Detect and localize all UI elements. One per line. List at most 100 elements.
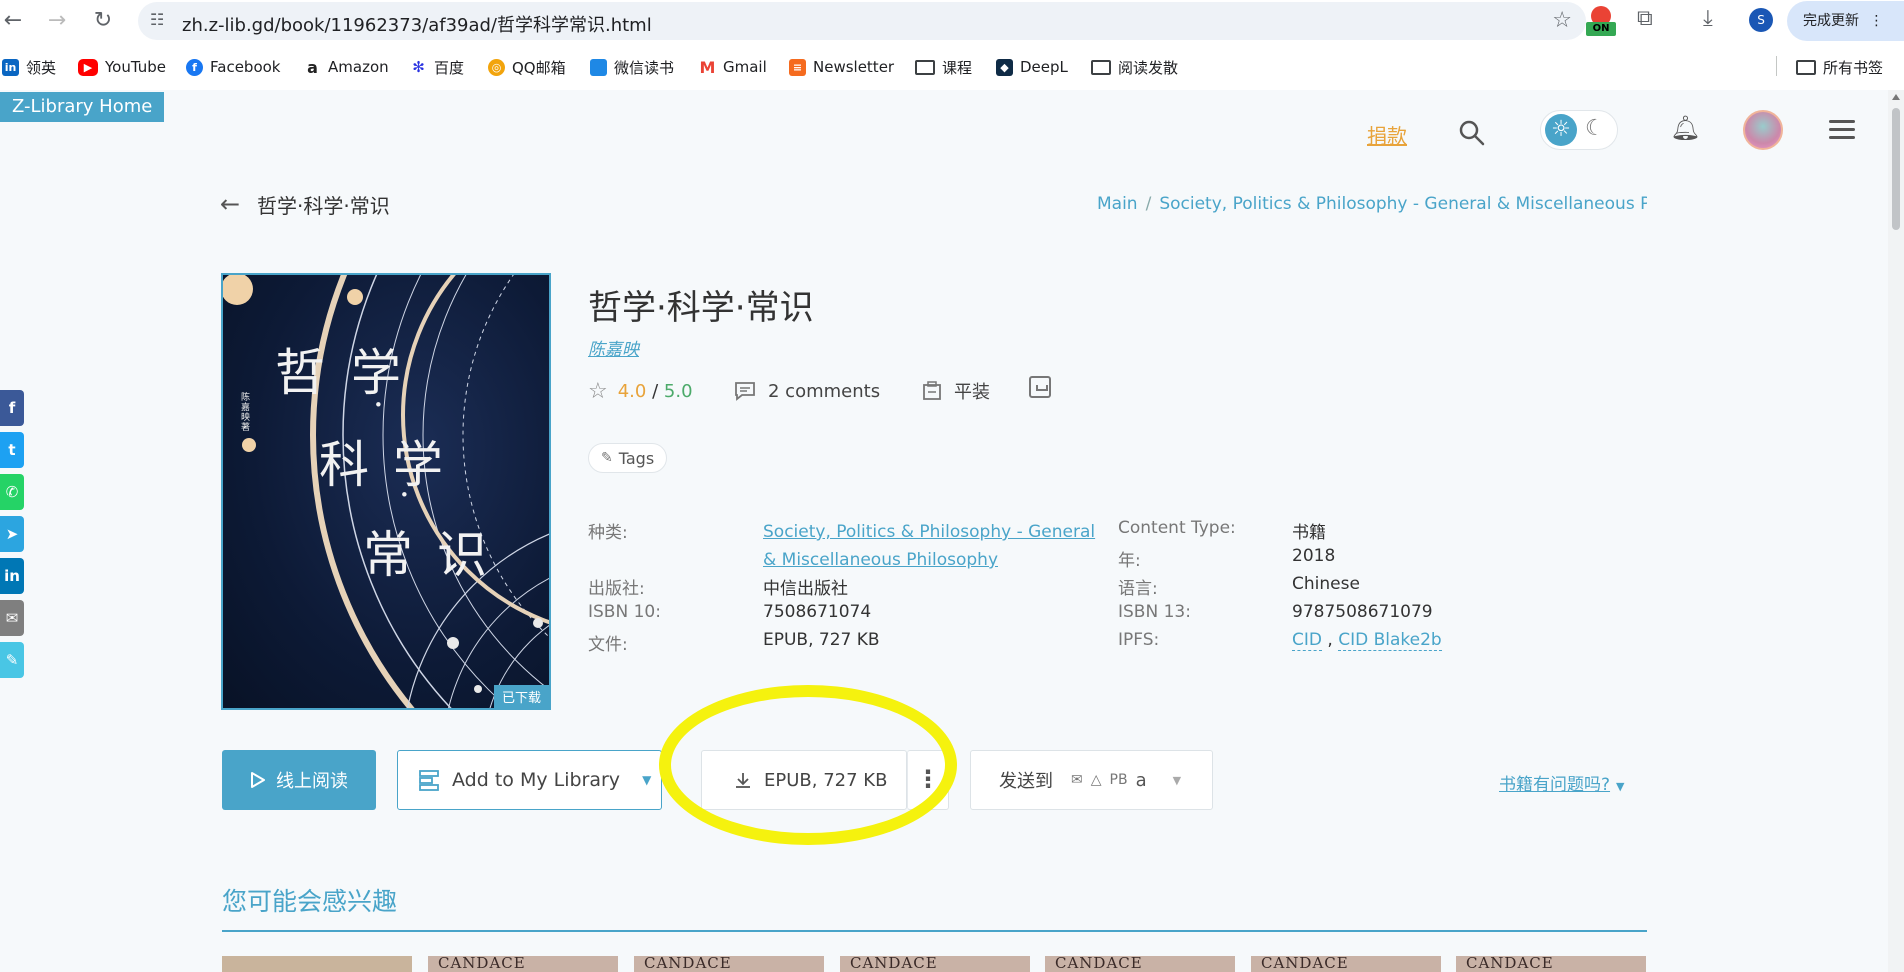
bookmark-folder-reading[interactable]: 阅读发散 (1091, 56, 1178, 78)
comments-link[interactable]: 2 comments (734, 376, 880, 406)
bookmark-facebook[interactable]: f Facebook (186, 56, 280, 78)
cover-title-char: 哲 (275, 344, 325, 402)
isbn10-label: ISBN 10: (588, 602, 661, 622)
extension-on-icon[interactable]: ON (1586, 6, 1616, 36)
cover-title-char: · (399, 475, 410, 515)
recommendation-thumbnail[interactable]: CANDACE WONDRAK (1045, 956, 1235, 972)
donate-link[interactable]: 捐款 (1367, 120, 1407, 149)
book-author-link[interactable]: 陈嘉映 (588, 335, 639, 360)
bookmark-label: 领英 (26, 58, 57, 77)
send-to-button[interactable]: 发送到 ✉ △ PB a ▼ (970, 750, 1213, 810)
copy-link-share-icon[interactable]: ✎ (0, 642, 24, 678)
recommendation-thumbnail[interactable]: CANDACE WONDRAK (428, 956, 618, 972)
bookmark-youtube[interactable]: ▶ YouTube (78, 56, 166, 78)
download-options-button[interactable]: ⋮ (907, 750, 949, 810)
amazon-kindle-icon: a (1135, 769, 1147, 791)
bookmark-baidu[interactable]: ✻ 百度 (410, 56, 464, 78)
bookmark-linkedin[interactable]: in 领英 (2, 56, 56, 78)
report-label: 书籍有问题吗? (1499, 775, 1611, 795)
url-text[interactable]: zh.z-lib.gd/book/11962373/af39ad/哲学科学常识.… (182, 11, 652, 37)
bookmark-folder-courses[interactable]: 课程 (915, 56, 972, 78)
bookmark-weread[interactable]: 微信读书 (590, 56, 674, 78)
read-online-button[interactable]: 线上阅读 (222, 750, 376, 810)
z-library-home-link[interactable]: Z-Library Home (0, 92, 165, 122)
category-value[interactable]: Society, Politics & Philosophy - General… (763, 518, 1123, 574)
bookmark-label: YouTube (105, 58, 166, 76)
content-type-label: Content Type: (1118, 518, 1236, 538)
thumbnail-text: CANDACE WONDRAK (1055, 956, 1143, 972)
thumbnail-text: CANDACE WONDRAK (1261, 956, 1349, 972)
scrollbar-thumb[interactable] (1892, 108, 1900, 230)
bookmark-deepl[interactable]: ◆ DeepL (996, 56, 1068, 78)
comments-count: 2 comments (768, 380, 881, 402)
report-issue-link[interactable]: 书籍有问题吗? ▼ (1499, 770, 1625, 795)
site-settings-icon[interactable]: ☷ (150, 10, 164, 29)
download-epub-button[interactable]: EPUB, 727 KB (701, 750, 907, 810)
notifications-bell-icon[interactable]: 🔔︎ (1670, 114, 1700, 142)
recommendation-thumbnail[interactable]: CANDACE WONDRAK (634, 956, 824, 972)
bookmark-label: Facebook (210, 58, 281, 76)
all-bookmarks-folder[interactable]: 所有书签 (1796, 56, 1883, 78)
facebook-share-icon[interactable]: f (0, 390, 24, 426)
user-avatar[interactable] (1743, 110, 1783, 150)
update-label: 完成更新 (1803, 13, 1859, 29)
bookmark-amazon[interactable]: a Amazon (304, 56, 389, 78)
tags-label: Tags (618, 448, 655, 468)
telegram-share-icon[interactable]: ➤ (0, 516, 24, 552)
rating-value: 4.0 (617, 380, 647, 402)
all-bookmarks-label: 所有书签 (1823, 58, 1884, 77)
bookmark-gmail[interactable]: M Gmail (699, 56, 767, 78)
bookmark-label: DeepL (1020, 58, 1068, 76)
cover-author-vertical: 陈嘉映著 (241, 393, 251, 433)
linkedin-share-icon[interactable]: in (0, 558, 24, 594)
ipfs-value: CID , CID Blake2b (1292, 630, 1442, 651)
update-button[interactable]: 完成更新 ⋮ (1787, 1, 1904, 41)
category-link-line1[interactable]: Society, Politics & Philosophy - General (763, 522, 1095, 542)
rating[interactable]: ☆ 4.0 / 5.0 (588, 376, 693, 406)
email-share-icon[interactable]: ✉ (0, 600, 24, 636)
ipfs-blake2b-link[interactable]: CID Blake2b (1338, 630, 1442, 651)
bookmark-qqmail[interactable]: ◎ QQ邮箱 (488, 56, 566, 78)
category-link-line2[interactable]: & Miscellaneous Philosophy (763, 550, 998, 570)
breadcrumb-category[interactable]: Society, Politics & Philosophy - General… (1159, 194, 1647, 214)
sun-icon[interactable]: ☼ (1545, 114, 1577, 146)
theme-toggle[interactable]: ☼ ☾ (1540, 110, 1618, 150)
bookmark-newsletter[interactable]: ≡ Newsletter (789, 56, 894, 78)
page-scrollbar[interactable] (1888, 90, 1904, 972)
back-arrow-icon[interactable]: ← (220, 190, 240, 218)
profile-avatar[interactable]: S (1749, 8, 1773, 32)
thumbnail-text: CANDACE WONDRAK (1466, 956, 1554, 972)
search-icon[interactable] (1457, 118, 1487, 148)
whatsapp-share-icon[interactable]: ✆ (0, 474, 24, 510)
book-cover[interactable]: 哲 学 · 科 学 · 常 识 陈嘉映著 已下载 (221, 273, 551, 710)
breadcrumb-main[interactable]: Main (1097, 194, 1138, 214)
archive-icon[interactable] (1029, 376, 1051, 398)
twitter-share-icon[interactable]: t (0, 432, 24, 468)
language-value: Chinese (1292, 574, 1360, 594)
bookmark-label: 微信读书 (614, 58, 675, 77)
recommendation-thumbnail[interactable]: CANDACE WONDRAK (1251, 956, 1441, 972)
recommendation-thumbnail[interactable]: CANDACE WONDRAK (840, 956, 1030, 972)
downloads-icon[interactable]: ⤓ (1703, 6, 1713, 31)
bookmark-label: Amazon (328, 58, 389, 76)
bookmark-label: 课程 (942, 58, 973, 77)
isbn10-value: 7508671074 (763, 602, 872, 622)
thumbnail-text: CANDACE WONDRAK (438, 956, 526, 972)
reload-icon[interactable]: ↻ (90, 8, 116, 34)
add-to-library-label: Add to My Library (452, 769, 621, 791)
recommendation-thumbnail[interactable]: CANDACE WONDRAK (1456, 956, 1646, 972)
tags-button[interactable]: ✎ Tags (588, 443, 668, 473)
hamburger-menu-icon[interactable] (1829, 120, 1855, 140)
scroll-up-arrow-icon[interactable] (1892, 94, 1900, 100)
add-to-library-button[interactable]: Add to My Library ▼ (397, 750, 662, 810)
moon-icon[interactable]: ☾ (1585, 116, 1605, 141)
back-nav-icon[interactable]: ← (0, 8, 26, 34)
ipfs-cid-link[interactable]: CID (1292, 630, 1322, 651)
bookmark-star-icon[interactable]: ☆ (1552, 8, 1572, 33)
binding-icon (923, 381, 941, 400)
recommendation-thumbnail[interactable] (222, 956, 412, 972)
extensions-puzzle-icon[interactable]: ⧉ (1637, 6, 1653, 31)
address-bar[interactable]: ☷ zh.z-lib.gd/book/11962373/af39ad/哲学科学常… (138, 2, 1586, 40)
forward-nav-icon[interactable]: → (44, 8, 70, 34)
pencil-icon: ✎ (601, 450, 613, 466)
